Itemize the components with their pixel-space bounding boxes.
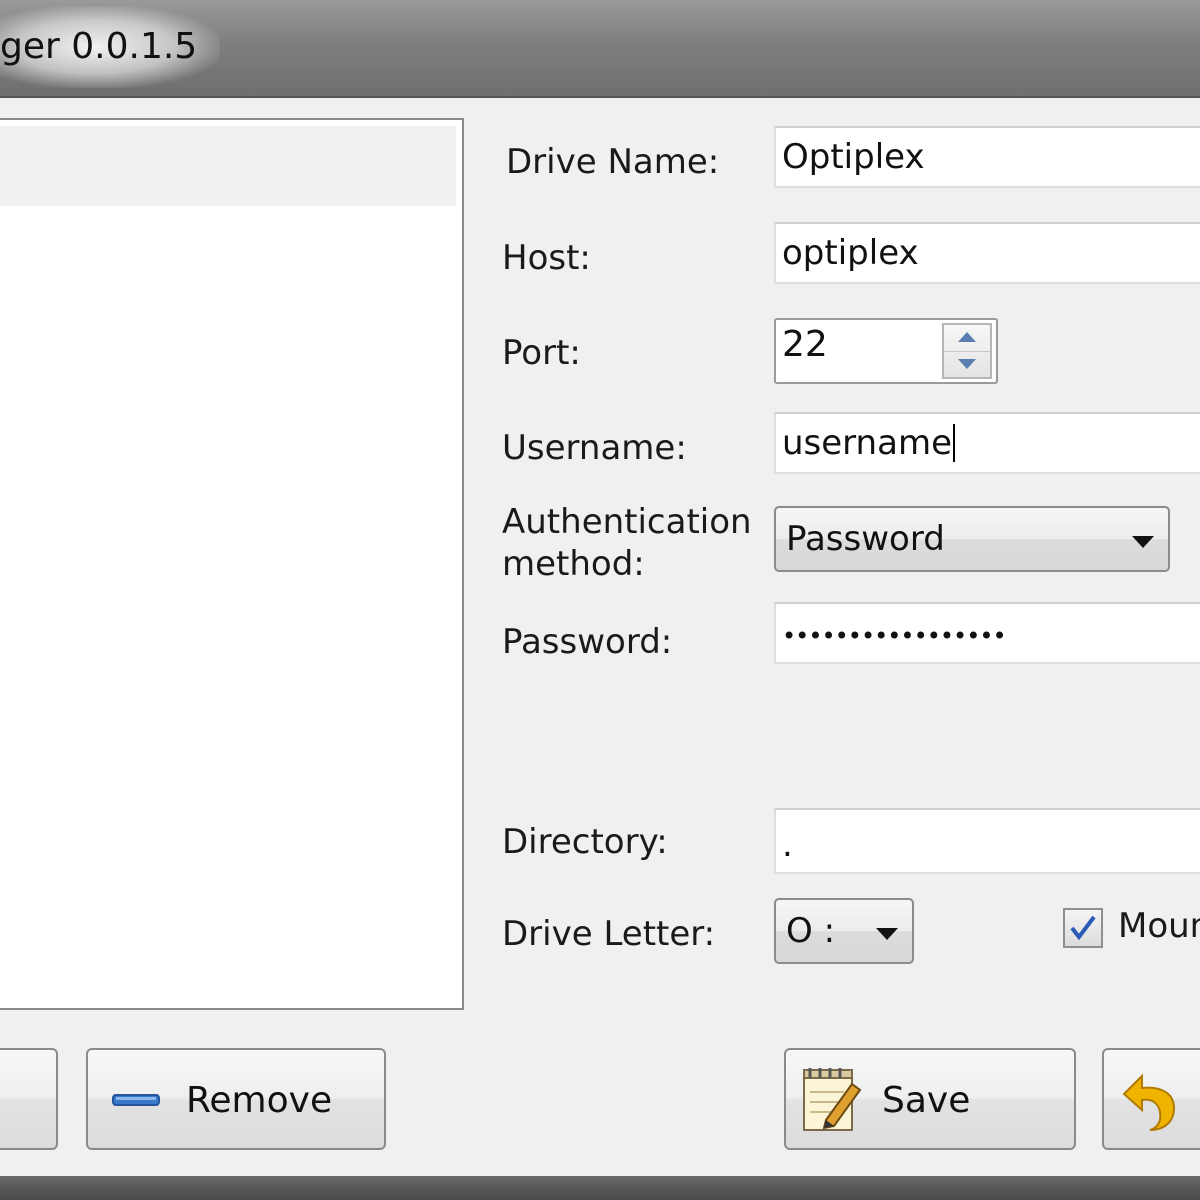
drive-list[interactable] [0,118,464,1010]
undo-arrow-icon [1122,1073,1176,1131]
window-bottom-border [0,1176,1200,1200]
drive-letter-select[interactable]: O : [774,898,914,964]
chevron-down-icon [958,359,976,369]
chevron-up-icon [958,332,976,342]
minus-icon [112,1094,160,1106]
host-value: optiplex [782,233,919,273]
directory-value: . [782,825,793,865]
spin-up-button[interactable] [944,325,990,352]
save-button[interactable]: Save [784,1048,1076,1150]
drive-name-input[interactable]: Optiplex [774,126,1200,188]
drive-name-label: Drive Name: [506,142,720,182]
directory-label: Directory: [502,822,668,862]
notepad-pencil-icon [803,1068,862,1131]
port-label: Port: [502,333,581,373]
auth-method-label-line1: Authentication [502,502,752,542]
mount-checkbox[interactable] [1063,908,1103,948]
username-label: Username: [502,428,687,468]
checkmark-icon [1070,915,1096,941]
password-value: ••••••••••••••••• [782,622,1007,650]
spin-down-button[interactable] [944,352,990,378]
port-value: 22 [782,324,828,365]
window-title: ger 0.0.1.5 [0,26,198,67]
drive-letter-value: O : [786,911,836,951]
auth-method-label-line2: method: [502,544,645,584]
drive-letter-label: Drive Letter: [502,914,716,954]
username-value: username [782,423,952,463]
remove-button-label: Remove [186,1080,333,1121]
remove-button[interactable]: Remove [86,1048,386,1150]
triangle-down-icon [1132,536,1154,548]
password-label: Password: [502,622,673,662]
port-stepper[interactable]: 22 [774,318,998,384]
directory-input[interactable]: . [774,808,1200,874]
app-window: ger 0.0.1.5 Drive Name: Host: Port: User… [0,0,1200,1200]
revert-button[interactable] [1102,1048,1200,1150]
text-caret [952,423,955,462]
title-bar[interactable]: ger 0.0.1.5 [0,0,1200,98]
add-button[interactable] [0,1048,58,1150]
drive-name-value: Optiplex [782,137,925,177]
password-input[interactable]: ••••••••••••••••• [774,602,1200,664]
list-item[interactable] [0,126,456,206]
triangle-down-icon [876,928,898,940]
mount-checkbox-label: Moun [1118,906,1200,946]
save-button-label: Save [882,1080,971,1121]
username-input[interactable]: username [774,412,1200,474]
auth-method-select[interactable]: Password [774,506,1170,572]
spin-buttons [942,323,992,379]
host-input[interactable]: optiplex [774,222,1200,284]
host-label: Host: [502,238,591,278]
auth-method-value: Password [786,519,945,559]
